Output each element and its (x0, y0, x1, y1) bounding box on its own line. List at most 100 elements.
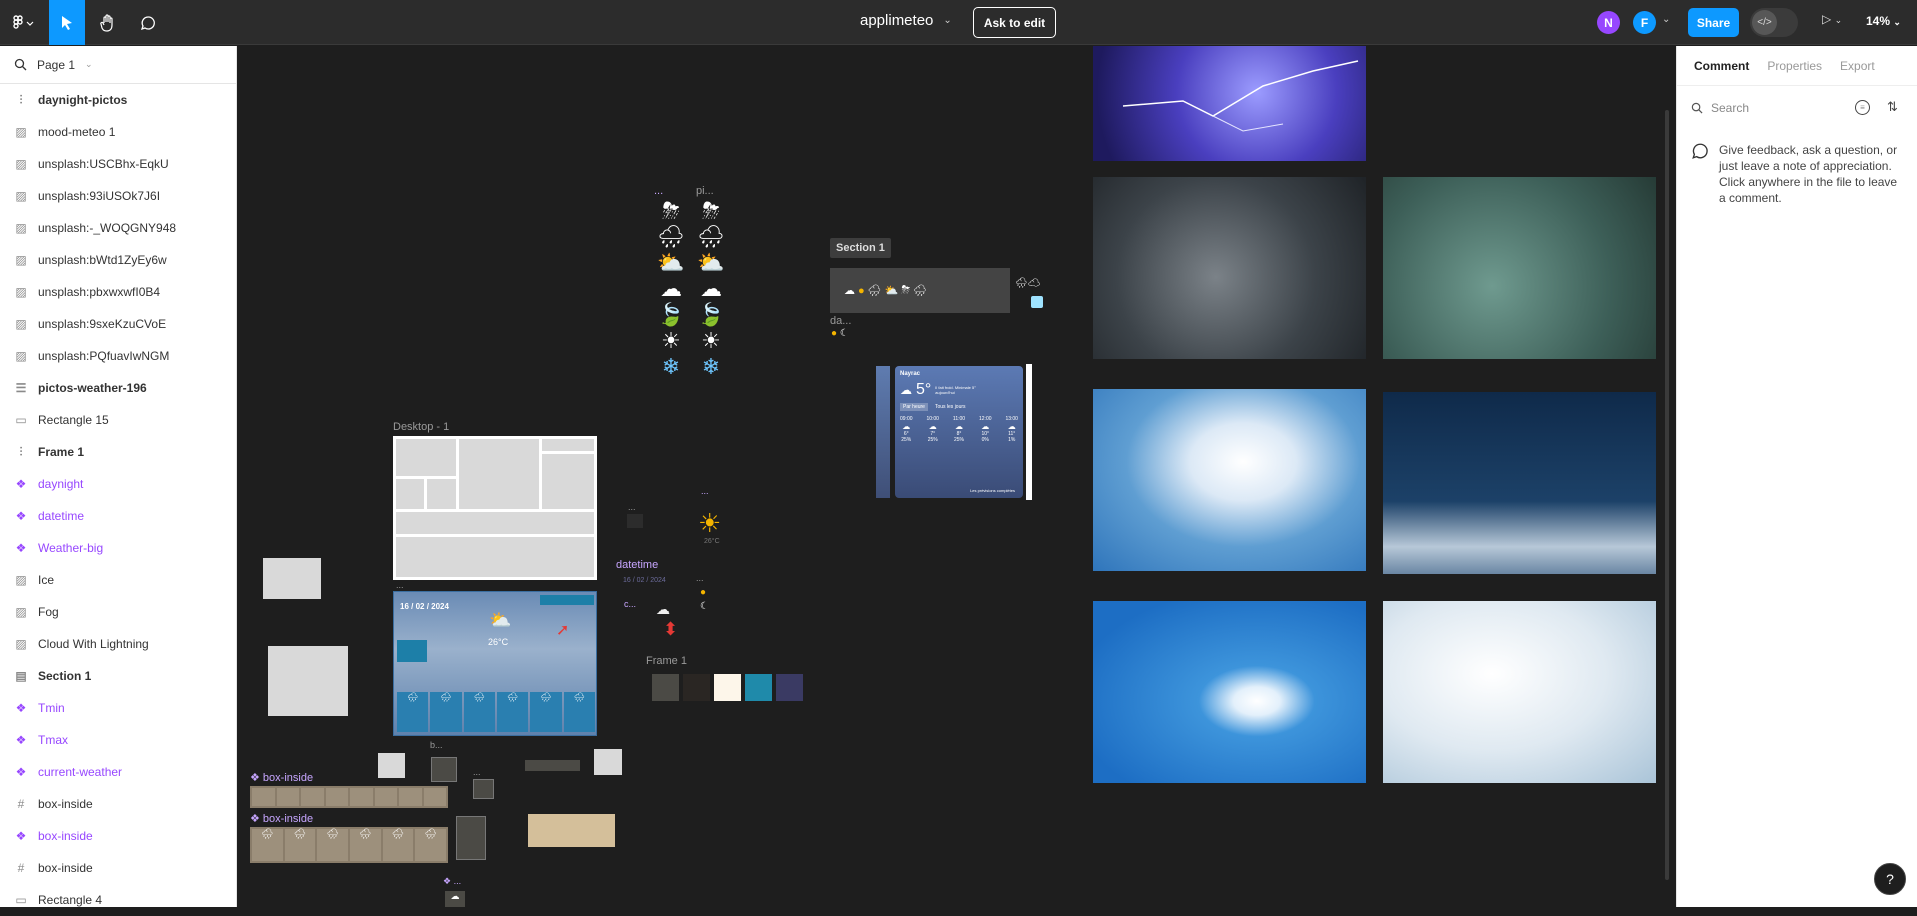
layer-item[interactable]: ❖ datetime (0, 500, 236, 532)
weather-card-mini[interactable]: ☁ (445, 891, 465, 907)
canvas-scrollbar[interactable] (1665, 110, 1669, 880)
ice-cube-icon[interactable] (1031, 296, 1043, 308)
color-swatch[interactable] (776, 674, 803, 701)
dev-mode-toggle[interactable]: </> (1750, 8, 1798, 37)
main-menu-button[interactable] (0, 0, 46, 45)
help-button[interactable]: ? (1874, 863, 1906, 895)
layer-item[interactable]: ▭ Rectangle 4 (0, 884, 236, 916)
dark-rectangle[interactable] (456, 816, 486, 860)
color-swatch[interactable] (745, 674, 772, 701)
layer-item[interactable]: ⫶ daynight-pictos (0, 84, 236, 116)
layer-item[interactable]: ❖ Weather-big (0, 532, 236, 564)
share-button[interactable]: Share (1688, 8, 1739, 37)
comment-search[interactable]: Search ≡ ⇅ (1677, 86, 1917, 130)
layer-item[interactable]: ❖ Tmax (0, 724, 236, 756)
box-inside-row[interactable]: 🌧 🌧 🌧 🌧 🌧 🌧 (250, 827, 448, 863)
current-weather-label[interactable]: c... (624, 599, 636, 609)
filter-icon[interactable]: ≡ (1855, 100, 1870, 115)
lightning-photo[interactable] (1093, 46, 1366, 161)
snow-photo[interactable] (1383, 601, 1656, 783)
layer-item[interactable]: ▨ Cloud With Lightning (0, 628, 236, 660)
desktop-weather-design[interactable]: 16 / 02 / 2024 26°C ⛅ ➚ 🌧 🌧 🌧 🌧 🌧 🌧 (393, 591, 597, 736)
daynight-component-label[interactable]: ... (696, 573, 704, 583)
b-label[interactable]: b... (430, 740, 443, 750)
search-icon[interactable] (14, 58, 27, 71)
pictos-label-a[interactable]: ... (654, 185, 663, 197)
avatar[interactable]: N (1597, 11, 1620, 34)
page-name[interactable]: Page 1 (37, 58, 75, 72)
phone-preview[interactable]: Nayrac ☁ 5° Il fait froid. Minimale 5° a… (895, 366, 1023, 498)
gray-rectangle[interactable] (263, 558, 321, 599)
layer-item[interactable]: ▨ unsplash:-_WOQGNY948 (0, 212, 236, 244)
chevron-down-icon[interactable]: ⌄ (1662, 14, 1670, 25)
component-label[interactable]: ❖ ... (443, 876, 461, 887)
layer-item[interactable]: ▨ Fog (0, 596, 236, 628)
layer-item[interactable]: ❖ daynight (0, 468, 236, 500)
phone-footer[interactable]: Les prévisions complètes (970, 488, 1015, 493)
tab-properties[interactable]: Properties (1767, 59, 1822, 73)
beige-rectangle[interactable] (528, 814, 615, 847)
storm-clouds-photo[interactable] (1093, 177, 1366, 359)
move-tool-button[interactable] (49, 0, 85, 45)
layer-item[interactable]: ▨ unsplash:bWtd1ZyEy6w (0, 244, 236, 276)
phone-preview-right-edge[interactable] (1026, 364, 1032, 500)
layer-item[interactable]: ⫶ Frame 1 (0, 436, 236, 468)
layer-item[interactable]: # box-inside (0, 852, 236, 884)
dark-rectangle[interactable] (431, 757, 457, 782)
hand-tool-button[interactable] (90, 0, 126, 45)
dots-label[interactable]: ... (473, 767, 481, 777)
cloud-icon[interactable]: ☁ (656, 601, 670, 618)
settings-sliders-icon[interactable]: ⇅ (1887, 99, 1898, 115)
desktop-wireframe[interactable] (393, 436, 597, 580)
file-title[interactable]: applimeteo ⌄ (860, 12, 952, 29)
color-swatch[interactable] (714, 674, 741, 701)
layer-item[interactable]: ▨ unsplash:PQfuavIwNGM (0, 340, 236, 372)
weather-big-label[interactable]: ... (701, 486, 709, 496)
box-inside-row[interactable] (250, 786, 448, 808)
color-swatch[interactable] (652, 674, 679, 701)
color-swatch[interactable] (683, 674, 710, 701)
datetime-label[interactable]: datetime (616, 559, 658, 571)
pictos-weather-column-b[interactable]: ⛈ 🌧 ⛅ ☁ 🍃 ☀ ❄ (696, 198, 726, 380)
tab-comment[interactable]: Comment (1694, 59, 1749, 73)
white-clouds-photo[interactable] (1093, 389, 1366, 571)
search-placeholder[interactable]: Search (1711, 101, 1749, 115)
chevron-down-icon[interactable]: ⌄ (85, 59, 93, 70)
blue-sky-photo[interactable] (1093, 601, 1366, 783)
compass-icon[interactable]: ⬍ (663, 619, 678, 640)
tab-daily[interactable]: Tous les jours (932, 403, 969, 411)
layer-item[interactable]: ❖ box-inside (0, 820, 236, 852)
layer-item[interactable]: ❖ current-weather (0, 756, 236, 788)
box-label[interactable]: ... (396, 580, 404, 590)
zoom-level[interactable]: 14% ⌄ (1866, 14, 1901, 28)
daynight-label[interactable]: da... (830, 315, 851, 327)
small-weather-icons[interactable]: 🌧☁ (1015, 278, 1040, 289)
ask-to-edit-button[interactable]: Ask to edit (973, 7, 1056, 38)
gray-rectangle[interactable] (378, 753, 405, 778)
sun-icon[interactable]: ☀ (698, 508, 721, 539)
pictos-label-b[interactable]: pi... (696, 185, 714, 197)
layer-item[interactable]: ▭ Rectangle 15 (0, 404, 236, 436)
box-inside-label[interactable]: ❖ box-inside (250, 812, 313, 825)
box-inside-label[interactable]: ❖ box-inside (250, 771, 313, 784)
gray-rectangle[interactable] (594, 749, 622, 775)
layer-item[interactable]: # box-inside (0, 788, 236, 820)
section-1-frame[interactable]: ☁ ● 🌧 ⛅ ⛈ 🌧 (830, 268, 1010, 313)
desktop-frame-label[interactable]: Desktop - 1 (393, 421, 449, 433)
daynight-component[interactable]: ● ☾ (700, 586, 709, 614)
gray-rectangle[interactable] (268, 646, 348, 716)
tab-export[interactable]: Export (1840, 59, 1875, 73)
pictos-weather-column-a[interactable]: ⛈ 🌧 ⛅ ☁ 🍃 ☀ ❄ (656, 198, 686, 380)
avatar[interactable]: F (1633, 11, 1656, 34)
dark-bar[interactable] (525, 760, 580, 771)
present-button[interactable]: ▷ ⌄ (1822, 12, 1842, 26)
layer-item[interactable]: ❖ Tmin (0, 692, 236, 724)
dark-mini-component[interactable] (627, 514, 643, 528)
layer-item[interactable]: ▨ mood-meteo 1 (0, 116, 236, 148)
page-selector[interactable]: Page 1 ⌄ (0, 46, 236, 84)
dark-rectangle[interactable] (473, 779, 494, 799)
layer-item[interactable]: ☰ pictos-weather-196 (0, 372, 236, 404)
layer-item[interactable]: ▨ unsplash:USCBhx-EqkU (0, 148, 236, 180)
design-canvas[interactable]: ... pi... ⛈ 🌧 ⛅ ☁ 🍃 ☀ ❄ ⛈ 🌧 ⛅ ☁ 🍃 ☀ ❄ Se… (238, 46, 1675, 907)
rain-glass-photo[interactable] (1383, 177, 1656, 359)
